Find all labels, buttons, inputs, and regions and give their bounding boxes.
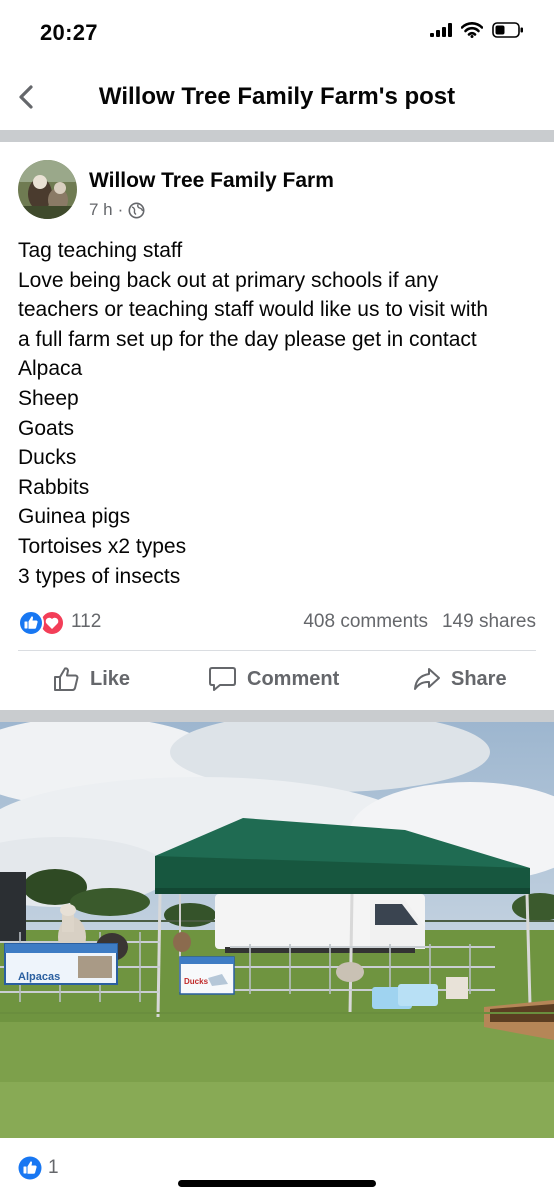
nav-bar: Willow Tree Family Farm's post xyxy=(0,66,554,130)
photo-reactions[interactable]: 1 xyxy=(18,1156,59,1180)
like-reaction-icon xyxy=(18,1156,42,1180)
avatar[interactable] xyxy=(18,160,77,219)
status-time: 20:27 xyxy=(40,20,98,45)
post-line: teachers or teaching staff would like us… xyxy=(18,298,489,322)
like-button[interactable]: Like xyxy=(52,665,130,693)
post-line: Sheep xyxy=(18,386,79,410)
share-count[interactable]: 149 shares xyxy=(442,611,536,633)
share-button[interactable]: Share xyxy=(412,665,507,693)
like-icon xyxy=(54,667,79,691)
share-icon xyxy=(414,668,440,690)
wifi-icon xyxy=(461,22,483,38)
post-line: Goats xyxy=(18,416,75,440)
post-author[interactable]: Willow Tree Family Farm xyxy=(89,169,334,193)
divider xyxy=(18,650,536,651)
like-label: Like xyxy=(90,667,131,690)
engagement-counts: 408 comments 149 shares xyxy=(303,611,536,633)
alpacas-sign-text: Alpacas xyxy=(18,971,60,983)
post-header: Willow Tree Family Farm 7 h · xyxy=(18,160,538,222)
post-line: Rabbits xyxy=(18,475,90,499)
post-line: 3 types of insects xyxy=(18,564,181,588)
post-line: Guinea pigs xyxy=(18,505,131,529)
share-label: Share xyxy=(451,667,507,690)
status-bar: 20:27 xyxy=(0,0,554,66)
page-title: Willow Tree Family Farm's post xyxy=(98,83,456,110)
comment-button[interactable]: Comment xyxy=(208,665,339,693)
post-line: a full farm set up for the day please ge… xyxy=(18,327,477,351)
post-line: Love being back out at primary schools i… xyxy=(18,268,439,292)
action-bar: Like Comment Share xyxy=(0,655,554,707)
like-reaction-icon xyxy=(18,610,44,636)
section-divider xyxy=(0,130,554,142)
reaction-icons[interactable] xyxy=(18,610,66,636)
photo-reaction-count: 1 xyxy=(48,1157,59,1178)
status-icons xyxy=(430,22,524,38)
meta-separator: · xyxy=(117,200,124,219)
reaction-count[interactable]: 112 xyxy=(71,611,101,633)
signal-icon xyxy=(430,23,452,37)
ducks-sign-text: Ducks xyxy=(184,977,209,986)
post-line: Ducks xyxy=(18,446,77,470)
post-line: Alpaca xyxy=(18,357,83,381)
section-divider xyxy=(0,710,554,722)
home-indicator[interactable] xyxy=(178,1180,376,1187)
post-time[interactable]: 7 h xyxy=(89,200,113,220)
globe-icon xyxy=(128,202,145,218)
post-line: Tortoises x2 types xyxy=(18,534,187,558)
battery-icon xyxy=(492,22,523,38)
post-line: Tag teaching staff xyxy=(18,239,183,262)
post-body: Tag teaching staff Love being back out a… xyxy=(18,236,538,591)
comment-icon xyxy=(209,667,236,691)
reactions-row: 112 408 comments 149 shares xyxy=(18,608,536,638)
comment-count[interactable]: 408 comments xyxy=(303,611,428,633)
post-meta: 7 h · xyxy=(89,200,145,220)
comment-label: Comment xyxy=(247,667,340,690)
post-photo[interactable]: Alpacas Ducks xyxy=(0,722,554,1138)
